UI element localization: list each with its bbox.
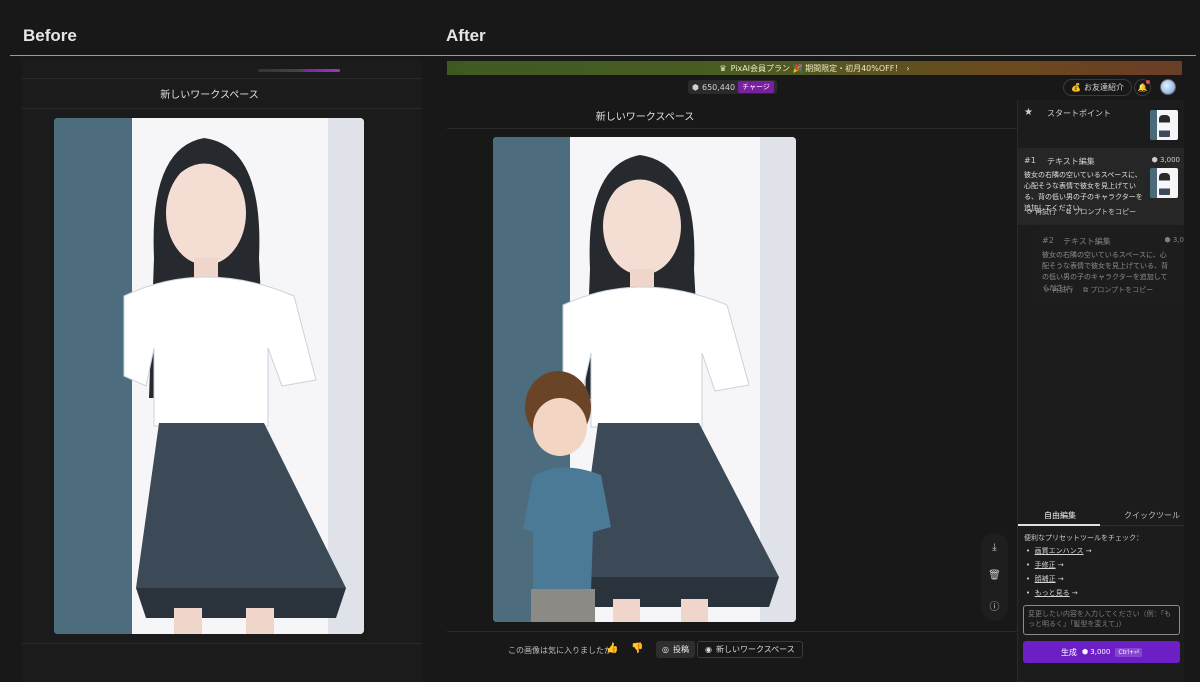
tab-free-edit[interactable]: 自由編集 (1044, 510, 1076, 521)
money-bag-icon: 💰 (1071, 83, 1081, 92)
trash-icon[interactable]: 🗑 (988, 570, 1001, 581)
tab-quick-tool[interactable]: クイックツール (1124, 510, 1180, 521)
preset-enhance[interactable]: • 画質エンハンス → (1026, 546, 1092, 556)
preset-hand-fix[interactable]: • 手修正 → (1026, 560, 1064, 570)
step-number: #2 (1042, 236, 1054, 245)
history-step-2[interactable]: #2 テキスト編集 ⬢ 3,0 彼女の右隣の空いているスペースに、心配そうな表情… (1034, 228, 1184, 301)
chevron-right-icon: › (906, 63, 910, 73)
promo-banner[interactable]: ♛ PixAI会員プラン 🎉 期間限定・初月40%OFF！ › (447, 61, 1182, 75)
after-image[interactable] (493, 137, 796, 622)
download-icon[interactable]: ⤓ (992, 542, 996, 553)
step-thumbnail (1150, 168, 1178, 198)
step-type: テキスト編集 (1063, 237, 1111, 246)
generate-button[interactable]: 生成 ⬢ 3,000 Ctrl+⏎ (1023, 641, 1180, 663)
credit-balance: ⬢ 650,440 チャージ (688, 80, 777, 94)
step-actions: ⟳ 再試行 ⧉ プロンプトをコピー (1044, 285, 1153, 295)
feedback-question: この画像は気に入りましたか？ (508, 646, 620, 655)
thumbs-up-icon[interactable]: 👍 (606, 643, 618, 654)
girl-illustration (54, 118, 364, 634)
post-label: 投稿 (672, 645, 689, 654)
credit-icon: ⬢ (692, 82, 699, 92)
charge-button[interactable]: チャージ (738, 81, 774, 93)
info-icon[interactable]: ⓘ (990, 598, 1000, 613)
promo-text: PixAI会員プラン 🎉 期間限定・初月40%OFF！ (730, 63, 903, 73)
generate-label: 生成 (1060, 647, 1077, 657)
divider (447, 128, 1017, 129)
shortcut-hint: Ctrl+⏎ (1115, 647, 1143, 657)
preset-link[interactable]: 画質エンハンス (1035, 547, 1084, 555)
step-number: #1 (1024, 156, 1036, 165)
retry-button[interactable]: ⟳ 再試行 (1027, 207, 1056, 217)
notification-dot (1146, 80, 1150, 84)
invite-friends-button[interactable]: 💰 お友達紹介 (1063, 79, 1132, 96)
girl-and-boy-illustration (493, 137, 796, 622)
progress-line (258, 69, 340, 72)
step-cost: ⬢ 3,0 (1164, 236, 1184, 244)
after-heading: After (446, 26, 486, 45)
edit-history-sidebar: ★ スタートポイント #1 テキスト編集 ⬢ 3,000 彼女の右隣の空いている… (1017, 100, 1184, 682)
workspace-icon: ◉ (705, 645, 712, 654)
divider (22, 78, 422, 79)
prompt-input[interactable]: 変更したい内容を入力してください（例：「もっと明るく」「髪型を変えて」） (1023, 605, 1180, 635)
generate-cost: ⬢ 3,000 (1081, 648, 1111, 656)
bell-icon: 🔔 (1137, 83, 1148, 92)
divider (22, 108, 422, 109)
history-step-1[interactable]: #1 テキスト編集 ⬢ 3,000 彼女の右隣の空いているスペースに、心配そうな… (1018, 148, 1184, 225)
active-tab-indicator (1018, 524, 1100, 526)
arrow-right-icon: → (1071, 589, 1078, 597)
workspace-title: 新しいワークスペース (595, 112, 695, 123)
preset-link[interactable]: 手修正 (1035, 561, 1056, 569)
preset-more[interactable]: • もっと見る → (1026, 588, 1078, 598)
arrow-right-icon: → (1057, 561, 1064, 569)
avatar[interactable] (1160, 79, 1176, 95)
presets-title: 便利なプリセットツールをチェック： (1024, 534, 1143, 542)
before-heading: Before (23, 26, 77, 45)
retry-button[interactable]: ⟳ 再試行 (1044, 285, 1073, 295)
edit-mode-tabs: 自由編集 クイックツール (1018, 504, 1184, 526)
crown-icon: ♛ (719, 63, 727, 73)
thumbs-down-icon[interactable]: 👎 (631, 643, 643, 654)
copy-prompt-button[interactable]: ⧉ プロンプトをコピー (1066, 207, 1136, 217)
arrow-right-icon: → (1057, 575, 1064, 583)
start-point-label: スタートポイント (1047, 109, 1111, 118)
step-cost: ⬢ 3,000 (1151, 156, 1180, 164)
new-workspace-label: 新しいワークスペース (715, 645, 795, 654)
copy-prompt-button[interactable]: ⧉ プロンプトをコピー (1083, 285, 1153, 295)
step-actions: ⟳ 再試行 ⧉ プロンプトをコピー (1027, 207, 1136, 217)
invite-label: お友達紹介 (1083, 83, 1124, 92)
preset-link[interactable]: もっと見る (1035, 589, 1070, 597)
divider (22, 643, 422, 644)
star-icon: ★ (1024, 107, 1033, 118)
top-divider (10, 55, 1196, 56)
workspace-title: 新しいワークスペース (160, 90, 259, 101)
post-icon: ◎ (662, 645, 669, 654)
divider (447, 631, 1017, 632)
preset-link[interactable]: 顔補正 (1035, 575, 1056, 583)
image-tools: ⤓ 🗑 ⓘ (981, 533, 1008, 621)
step-type: テキスト編集 (1047, 157, 1095, 166)
post-button[interactable]: ◎ 投稿 (656, 641, 695, 658)
arrow-right-icon: → (1085, 547, 1092, 555)
credit-amount: 650,440 (701, 82, 736, 92)
start-thumbnail (1150, 110, 1178, 140)
new-workspace-button[interactable]: ◉ 新しいワークスペース (697, 641, 803, 658)
preset-face-fix[interactable]: • 顔補正 → (1026, 574, 1064, 584)
before-image[interactable] (54, 118, 364, 634)
start-point-item[interactable]: ★ スタートポイント (1018, 100, 1184, 146)
